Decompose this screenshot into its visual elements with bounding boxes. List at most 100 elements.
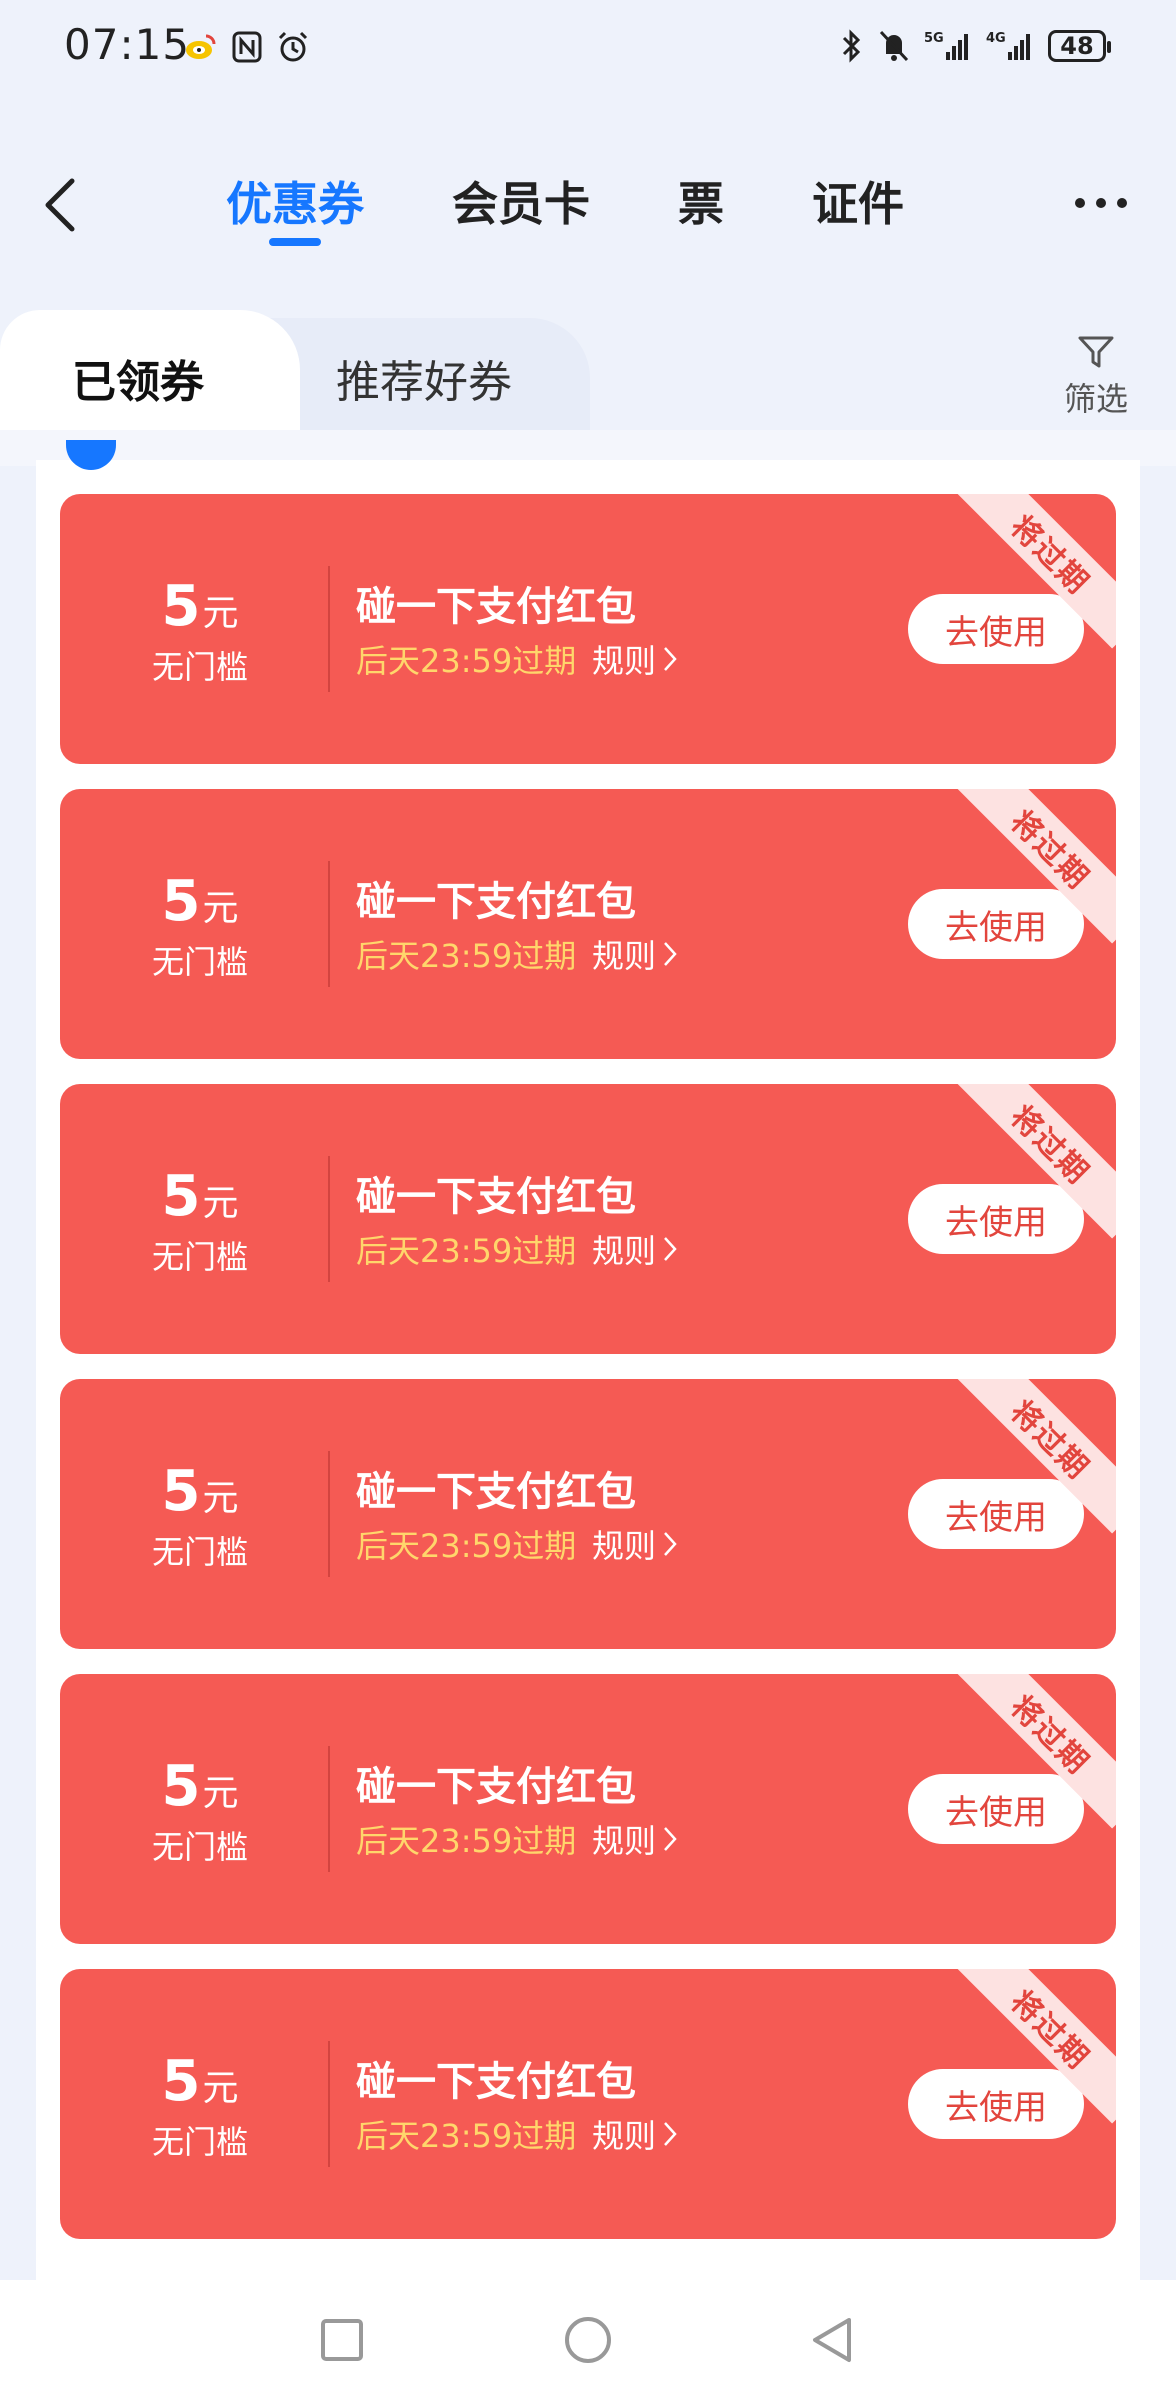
chevron-right-icon: [664, 2122, 677, 2146]
rules-link[interactable]: 规则: [592, 1521, 678, 1567]
chevron-right-icon: [664, 647, 677, 671]
coupon-card[interactable]: 5元 无门槛 碰一下支付红包 后天23:59过期 规则 去使用 将过期: [60, 494, 1116, 764]
rules-link[interactable]: 规则: [592, 1816, 678, 1862]
signal-5g-icon: 5G: [924, 31, 968, 60]
coupon-threshold: 无门槛: [151, 943, 248, 981]
tab-tickets[interactable]: 票: [678, 168, 724, 238]
amount-unit: 元: [202, 1183, 239, 1224]
coupon-threshold: 无门槛: [151, 648, 248, 686]
signal-4g-icon: 4G: [986, 31, 1030, 60]
more-button[interactable]: [1066, 178, 1136, 228]
rules-link[interactable]: 规则: [592, 2111, 678, 2157]
coupon-threshold: 无门槛: [151, 1828, 248, 1866]
badge-text: 将过期: [1003, 1984, 1096, 2077]
status-right-icons: 5G 4G 48: [840, 28, 1111, 64]
filter-label: 筛选: [1063, 380, 1128, 418]
circle-icon: [565, 2317, 611, 2363]
amount-unit: 元: [202, 1478, 239, 1519]
subtab-recommended[interactable]: 推荐好券: [336, 346, 512, 410]
badge-text: 将过期: [1003, 804, 1096, 897]
chevron-right-icon: [664, 1532, 677, 1556]
coupon-threshold: 无门槛: [151, 1238, 248, 1276]
nav-tabs: 优惠券 会员卡 票 证件: [226, 168, 992, 238]
rules-label: 规则: [592, 1527, 657, 1565]
use-coupon-button[interactable]: 去使用: [908, 889, 1084, 959]
coupon-divider: [328, 2041, 330, 2167]
use-coupon-button[interactable]: 去使用: [908, 1184, 1084, 1254]
use-coupon-button[interactable]: 去使用: [908, 2069, 1084, 2139]
coupon-expiry: 后天23:59过期: [356, 2117, 577, 2155]
coupon-title: 碰一下支付红包: [356, 1469, 636, 1515]
tab-member-cards[interactable]: 会员卡: [452, 168, 590, 238]
system-back-button[interactable]: [802, 2310, 862, 2370]
coupon-card[interactable]: 5元 无门槛 碰一下支付红包 后天23:59过期 规则 去使用 将过期: [60, 789, 1116, 1059]
back-button[interactable]: [30, 170, 90, 240]
coupon-divider: [328, 1156, 330, 1282]
triangle-back-icon: [813, 2318, 851, 2362]
rules-link[interactable]: 规则: [592, 1226, 678, 1272]
tab-coupons[interactable]: 优惠券: [226, 168, 364, 238]
home-button[interactable]: [558, 2310, 618, 2370]
coupon-expiry: 后天23:59过期: [356, 937, 577, 975]
coupon-threshold: 无门槛: [151, 1533, 248, 1571]
coupon-amount: 5元: [150, 1459, 250, 1524]
chevron-right-icon: [664, 1827, 677, 1851]
coupon-amount: 5元: [150, 2049, 250, 2114]
filter-icon: [1078, 336, 1114, 368]
amount-unit: 元: [202, 888, 239, 929]
rules-label: 规则: [592, 2117, 657, 2155]
amount-unit: 元: [202, 2068, 239, 2109]
rules-link[interactable]: 规则: [592, 636, 678, 682]
top-nav: 优惠券 会员卡 票 证件: [0, 150, 1176, 260]
subtab-claimed[interactable]: 已领券: [72, 346, 204, 410]
coupon-card[interactable]: 5元 无门槛 碰一下支付红包 后天23:59过期 规则 去使用 将过期: [60, 1379, 1116, 1649]
amount-unit: 元: [202, 1773, 239, 1814]
coupon-title: 碰一下支付红包: [356, 879, 636, 925]
rules-label: 规则: [592, 1822, 657, 1860]
amount-value: 5: [161, 1754, 201, 1819]
rules-label: 规则: [592, 642, 657, 680]
chevron-right-icon: [664, 1237, 677, 1261]
rules-link[interactable]: 规则: [592, 931, 678, 977]
coupon-expiry: 后天23:59过期: [356, 642, 577, 680]
coupon-amount: 5元: [150, 1164, 250, 1229]
coupon-card[interactable]: 5元 无门槛 碰一下支付红包 后天23:59过期 规则 去使用 将过期: [60, 1969, 1116, 2239]
coupon-divider: [328, 1746, 330, 1872]
system-nav-bar: [0, 2280, 1176, 2400]
status-time: 07:15: [64, 20, 191, 69]
recent-apps-button[interactable]: [312, 2310, 372, 2370]
coupon-title: 碰一下支付红包: [356, 584, 636, 630]
coupon-threshold: 无门槛: [151, 2123, 248, 2161]
amount-value: 5: [161, 1164, 201, 1229]
coupon-card[interactable]: 5元 无门槛 碰一下支付红包 后天23:59过期 规则 去使用 将过期: [60, 1674, 1116, 1944]
tab-ids[interactable]: 证件: [812, 168, 904, 238]
status-bar: 07:15 5G 4G 48: [0, 0, 1176, 100]
badge-text: 将过期: [1003, 1099, 1096, 1192]
svg-text:5G: 5G: [924, 31, 944, 46]
weibo-icon: [186, 34, 216, 59]
coupon-expiry: 后天23:59过期: [356, 1232, 577, 1270]
coupon-amount: 5元: [150, 869, 250, 934]
amount-value: 5: [161, 2049, 201, 2114]
rules-label: 规则: [592, 937, 657, 975]
nfc-icon: [232, 31, 262, 63]
use-coupon-button[interactable]: 去使用: [908, 1774, 1084, 1844]
use-coupon-button[interactable]: 去使用: [908, 1479, 1084, 1549]
bluetooth-icon: [842, 29, 861, 63]
filter-button[interactable]: 筛选: [1056, 334, 1136, 420]
coupon-title: 碰一下支付红包: [356, 1174, 636, 1220]
coupon-amount: 5元: [150, 1754, 250, 1819]
amount-value: 5: [161, 574, 201, 639]
svg-text:4G: 4G: [986, 31, 1006, 46]
status-left-icons: [184, 30, 310, 64]
battery-indicator: 48: [1048, 30, 1111, 62]
sub-tabs: 已领券 推荐好券 筛选: [0, 310, 1176, 430]
rules-label: 规则: [592, 1232, 657, 1270]
badge-text: 将过期: [1003, 1394, 1096, 1487]
use-coupon-button[interactable]: 去使用: [908, 594, 1084, 664]
coupon-page: 07:15 5G 4G 48 优惠券 会员卡 票 证件 已领券 推荐好券 筛选 …: [0, 0, 1176, 2400]
amount-unit: 元: [202, 593, 239, 634]
coupon-card[interactable]: 5元 无门槛 碰一下支付红包 后天23:59过期 规则 去使用 将过期: [60, 1084, 1116, 1354]
coupon-expiry: 后天23:59过期: [356, 1527, 577, 1565]
more-dots-icon: [1075, 198, 1127, 208]
